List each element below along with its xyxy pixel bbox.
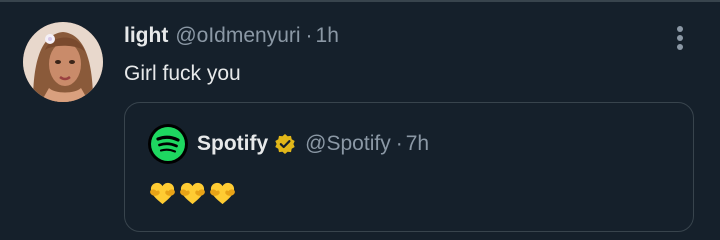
tweet-text: Girl fuck you (124, 62, 241, 85)
yellow-heart-icon (210, 182, 235, 204)
quoted-user-handle: @Spotify (305, 132, 391, 155)
more-vertical-icon[interactable] (664, 22, 696, 54)
quoted-display-name: Spotify (197, 132, 269, 155)
user-handle[interactable]: @oIdmenyuri (175, 22, 300, 50)
user-avatar[interactable] (23, 22, 103, 102)
tweet[interactable]: light @oIdmenyuri · 1h Girl fuck you Spo… (0, 0, 720, 240)
divider (0, 0, 720, 2)
yellow-heart-icon (180, 182, 205, 204)
spotify-logo-icon (148, 124, 188, 164)
tweet-header: light @oIdmenyuri · 1h (124, 22, 339, 50)
yellow-heart-icon (150, 182, 175, 204)
quoted-tweet-header: Spotify @Spotify · 7h (197, 130, 429, 158)
quoted-timestamp: 7h (405, 132, 430, 155)
verified-badge-icon (275, 134, 295, 154)
display-name[interactable]: light (124, 22, 168, 50)
quoted-tweet-text (148, 178, 237, 208)
timestamp[interactable]: 1h (316, 22, 339, 50)
quoted-tweet-card[interactable] (124, 102, 694, 232)
quoted-separator-dot: · (395, 132, 403, 155)
separator-dot: · (305, 24, 313, 47)
